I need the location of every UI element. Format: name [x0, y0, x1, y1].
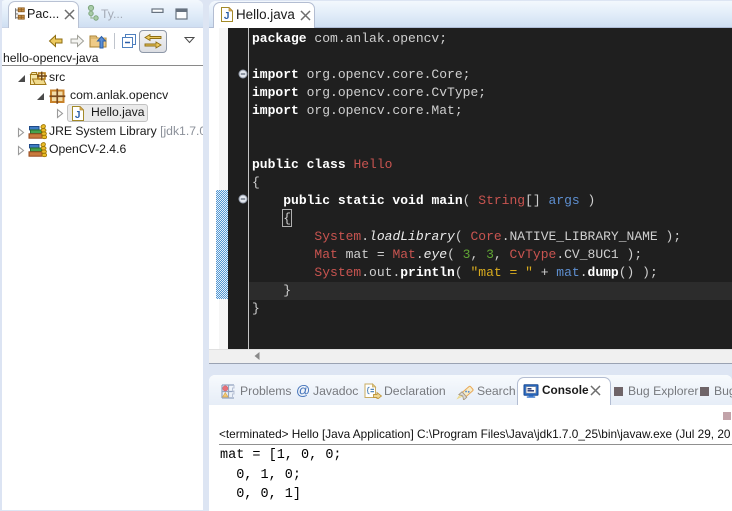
svg-text:J: J — [224, 11, 230, 22]
svg-text:J: J — [75, 110, 81, 121]
